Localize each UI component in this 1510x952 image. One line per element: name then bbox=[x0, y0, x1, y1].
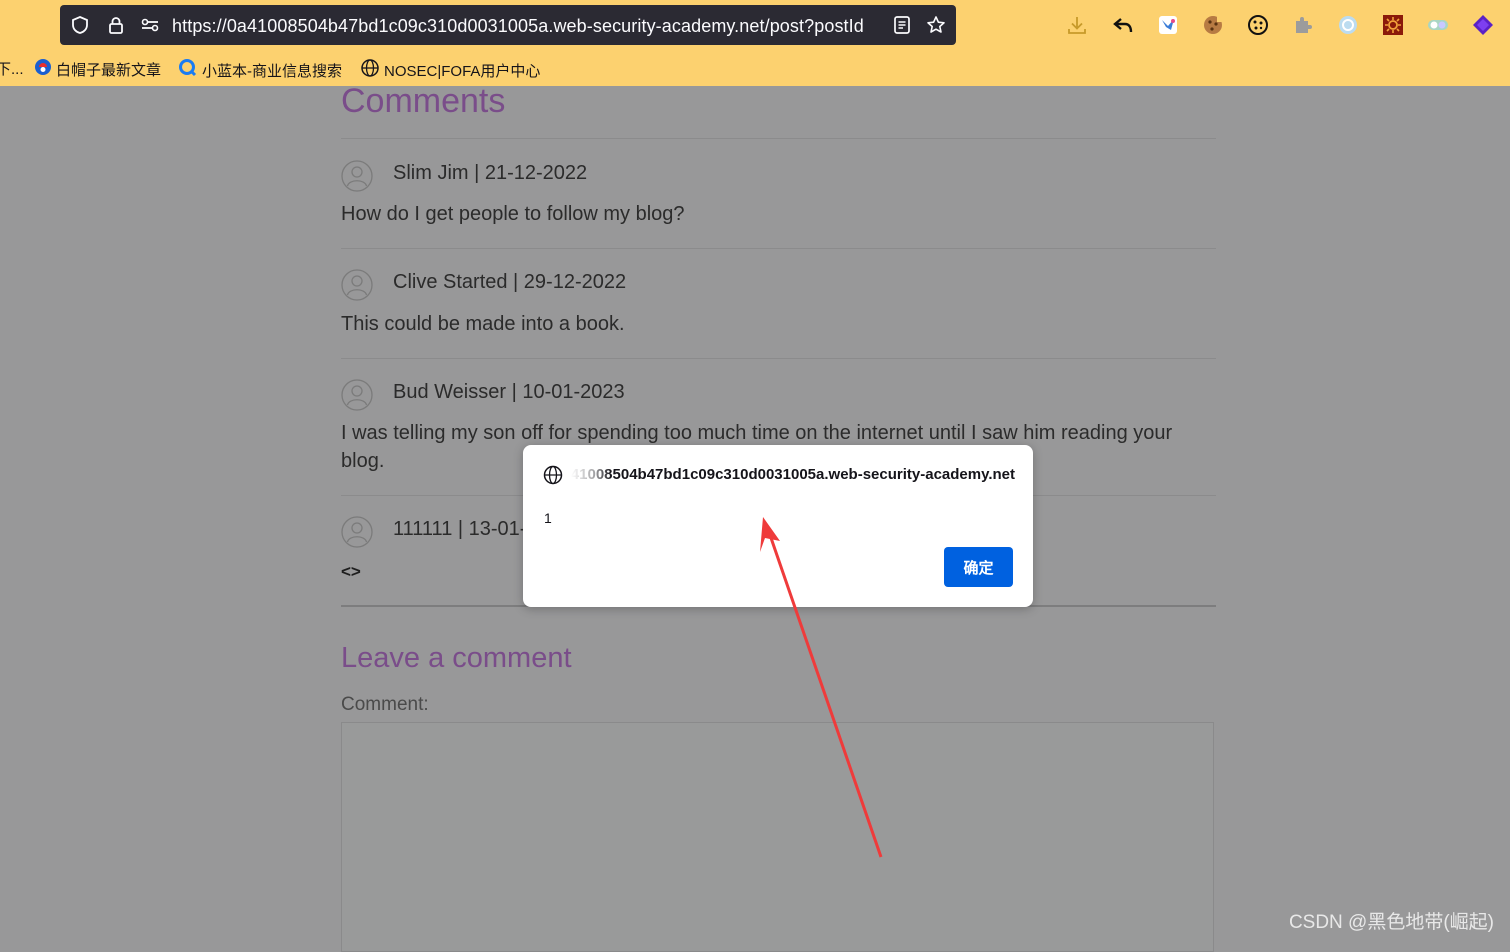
extension-1-icon[interactable] bbox=[1156, 13, 1180, 37]
globe-icon bbox=[543, 465, 563, 485]
leave-comment-heading: Leave a comment bbox=[341, 642, 572, 674]
divider bbox=[341, 358, 1216, 359]
permissions-icon[interactable] bbox=[140, 15, 160, 40]
dialog-message: 1 bbox=[544, 510, 552, 526]
divider bbox=[341, 248, 1216, 249]
shield-icon[interactable] bbox=[70, 15, 90, 40]
avatar-icon bbox=[341, 269, 373, 301]
sun-extension-icon[interactable] bbox=[1381, 13, 1405, 37]
download-icon[interactable] bbox=[1065, 13, 1089, 37]
comment-text: This could be made into a book. bbox=[341, 313, 625, 335]
comment-textarea[interactable] bbox=[341, 722, 1214, 952]
bookmark-item[interactable]: NOSEC|FOFA用户中心 bbox=[360, 58, 540, 82]
bookmarks-bar: 下... 白帽子最新文章 小蓝本-商业信息搜索 NOSEC|FOFA用户中心 bbox=[0, 54, 1510, 82]
bookmark-label: 白帽子最新文章 bbox=[56, 61, 162, 79]
comment-author: Clive Started | 29-12-2022 bbox=[393, 271, 627, 293]
avatar-icon bbox=[341, 379, 373, 411]
ok-button[interactable]: 确定 bbox=[944, 547, 1013, 587]
cookie-2-icon[interactable] bbox=[1246, 13, 1270, 37]
alert-dialog: 0a41008504b47bd1c09c310d0031005a.web-sec… bbox=[523, 445, 1033, 607]
bookmark-item[interactable]: 白帽子最新文章 bbox=[34, 58, 161, 80]
url-bar[interactable]: https://0a41008504b47bd1c09c310d0031005a… bbox=[60, 5, 956, 45]
comment-field-label: Comment: bbox=[341, 694, 429, 715]
circle-extension-icon[interactable] bbox=[1336, 13, 1360, 37]
watermark: CSDN @黑色地带(崛起) bbox=[1288, 912, 1494, 933]
divider bbox=[341, 138, 1216, 139]
bookmark-item[interactable]: 小蓝本-商业信息搜索 bbox=[178, 58, 342, 82]
dialog-origin: 0a41008504b47bd1c09c310d0031005a.web-sec… bbox=[571, 466, 1015, 483]
comment-text: How do I get people to follow my blog? bbox=[341, 203, 685, 225]
globe-icon bbox=[360, 58, 380, 82]
bookmark-label: 小蓝本-商业信息搜索 bbox=[202, 62, 342, 80]
reader-view-icon[interactable] bbox=[892, 15, 912, 40]
xiaolanben-icon bbox=[178, 58, 198, 82]
comment-author: Slim Jim | 21-12-2022 bbox=[393, 162, 588, 184]
comment-author: 111111 | 13-01- bbox=[393, 518, 527, 540]
purple-diamond-icon[interactable] bbox=[1471, 13, 1495, 37]
back-arrow-icon[interactable] bbox=[1111, 13, 1135, 37]
comment-author: Bud Weisser | 10-01-2023 bbox=[393, 381, 625, 403]
avatar-icon bbox=[341, 160, 373, 192]
comments-heading: Comments bbox=[341, 82, 506, 120]
url-text[interactable]: https://0a41008504b47bd1c09c310d0031005a… bbox=[172, 15, 880, 37]
avatar-icon bbox=[341, 516, 373, 548]
bookmark-star-icon[interactable] bbox=[926, 15, 946, 40]
cookie-icon[interactable] bbox=[1201, 13, 1225, 37]
baimaozi-icon bbox=[34, 58, 52, 80]
bookmark-label: 下... bbox=[0, 61, 24, 78]
browser-toolbar: https://0a41008504b47bd1c09c310d0031005a… bbox=[0, 0, 1510, 86]
origin-fade bbox=[571, 463, 611, 487]
toggle-extension-icon[interactable] bbox=[1426, 13, 1450, 37]
extension-puzzle-icon[interactable] bbox=[1291, 13, 1315, 37]
bookmark-label: NOSEC|FOFA用户中心 bbox=[384, 62, 541, 80]
lock-icon[interactable] bbox=[106, 15, 126, 40]
bookmark-item[interactable]: 下... bbox=[0, 58, 24, 79]
